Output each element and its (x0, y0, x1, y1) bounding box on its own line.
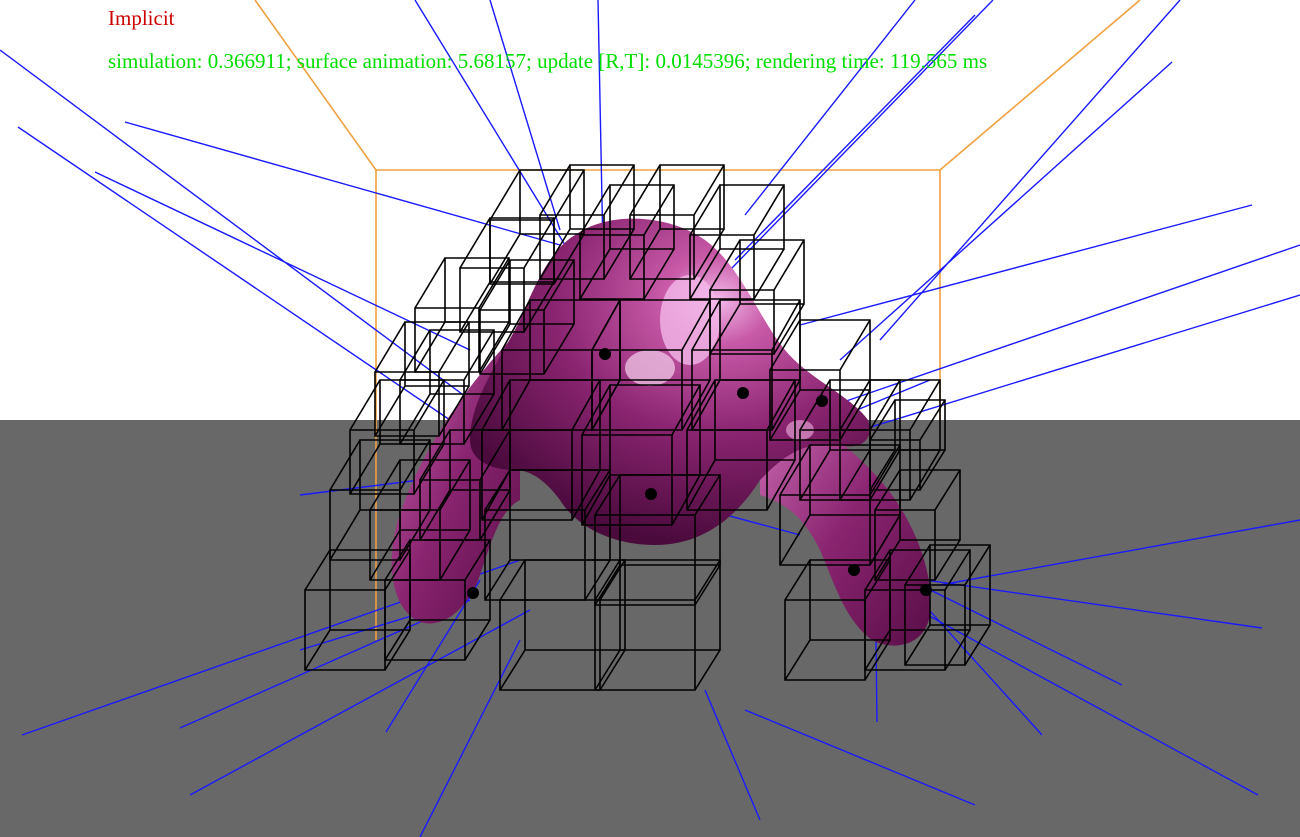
control-point[interactable] (645, 488, 657, 500)
control-point[interactable] (737, 387, 749, 399)
control-point[interactable] (599, 348, 611, 360)
control-point[interactable] (920, 584, 932, 596)
control-point[interactable] (467, 587, 479, 599)
mode-label: Implicit (108, 6, 175, 30)
stats-readout: simulation: 0.366911; surface animation:… (108, 49, 988, 73)
control-point[interactable] (848, 564, 860, 576)
control-point[interactable] (816, 395, 828, 407)
render-viewport[interactable] (0, 0, 1300, 837)
